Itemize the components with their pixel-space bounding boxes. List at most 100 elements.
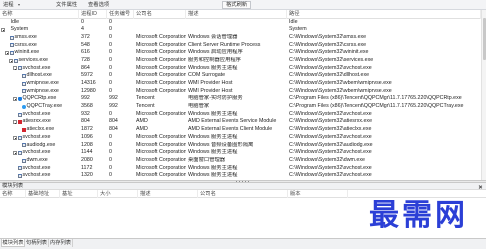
module-column-header-base-address[interactable]: 基础地址 <box>26 190 60 198</box>
tree-collapse-icon[interactable] <box>13 135 17 140</box>
company-name: Microsoft Corporation <box>136 164 186 171</box>
process-id: 1144 <box>81 149 93 156</box>
process-id: 4 <box>81 26 84 33</box>
process-row[interactable]: Idle 0 0 Idle <box>0 19 481 27</box>
process-row[interactable]: smss.exe 372 0 Microsoft Corporation Windows… <box>0 34 481 42</box>
process-row[interactable]: QQPCRtp.exe 992 992 Tencent 电脑管家-实时防护服务 C:\Pr… <box>0 95 481 103</box>
process-row[interactable]: svchost.exe 932 0 Microsoft Corporation Wind… <box>0 111 481 119</box>
column-header-name[interactable]: 名称 <box>0 10 79 19</box>
process-name-cell: services.exe <box>0 57 79 65</box>
company-name: Microsoft Corporation <box>136 41 186 48</box>
task-id: 0 <box>109 33 112 40</box>
description: WMI Provider Host <box>188 80 233 86</box>
file-path: C:\Windows\System32\atiesrxx.exe <box>289 118 373 125</box>
task-id: 0 <box>109 141 112 148</box>
column-header-company[interactable]: 公司名 <box>134 10 186 19</box>
exe-icon <box>21 89 26 94</box>
column-header-pid[interactable]: 进程ID <box>79 10 107 19</box>
process-row[interactable]: services.exe 728 0 Microsoft Corporation 服务和… <box>0 57 481 65</box>
module-column-header-version[interactable]: 版本 <box>288 190 348 198</box>
description: 服务和控制器应用程序 <box>188 56 241 63</box>
module-column-header-size[interactable]: 大小 <box>98 190 138 198</box>
process-row[interactable]: dllhost.exe 5972 0 Microsoft Corporation COM… <box>0 72 481 80</box>
tab-memory[interactable]: 内存列表 <box>49 239 73 247</box>
module-column-header-company[interactable]: 公司名 <box>198 190 288 198</box>
process-row[interactable]: svchost.exe 1096 0 Microsoft Corporation Win… <box>0 134 481 142</box>
process-id: 5972 <box>81 72 93 79</box>
process-row[interactable]: System 4 0 System <box>0 26 481 34</box>
task-id: 0 <box>109 56 112 63</box>
task-id: 0 <box>109 49 112 56</box>
task-id: 0 <box>109 87 112 94</box>
process-name: dllhost.exe <box>26 72 52 79</box>
exe-icon <box>21 158 26 163</box>
process-row[interactable]: atiesrxx.exe 804 804 AMD AMD External Events… <box>0 118 481 126</box>
close-icon[interactable] <box>478 185 482 189</box>
process-row[interactable]: dwm.exe 2080 0 Microsoft Corporation 桌面窗口管理器… <box>0 157 481 165</box>
process-row[interactable]: svchost.exe 1172 0 Microsoft Corporation Win… <box>0 165 481 173</box>
module-pane-title-bar: 模块列表 <box>0 183 486 190</box>
tree-collapse-icon[interactable] <box>13 66 17 71</box>
exe-icon <box>17 150 22 155</box>
tab-handles[interactable]: 句柄列表 <box>25 239 49 247</box>
company-name: Microsoft Corporation <box>136 56 186 63</box>
process-row[interactable]: atieclxx.exe 1872 804 AMD AMD External Event… <box>0 126 481 134</box>
process-row[interactable]: QQPCTray.exe 3568 992 Tencent 电脑管家 C:\Program… <box>0 103 481 111</box>
menu-file-properties[interactable]: 文件属性 <box>56 2 77 8</box>
description: COM Surrogate <box>188 72 226 79</box>
process-row[interactable]: svchost.exe 1320 0 Microsoft Corporation Win… <box>0 172 481 180</box>
company-name: Tencent <box>136 95 155 102</box>
column-header-path[interactable]: 路径 <box>287 10 481 19</box>
exe-icon <box>9 51 14 56</box>
process-name-cell: Idle <box>0 19 79 27</box>
column-header-task-id[interactable]: 任务编号 <box>107 10 134 19</box>
tree-collapse-icon[interactable] <box>9 58 13 63</box>
tree-collapse-icon[interactable] <box>1 27 5 32</box>
process-row[interactable]: wmiprvse.exe 14316 0 Microsoft Corporation W… <box>0 80 481 88</box>
process-row[interactable]: svchost.exe 1144 0 Microsoft Corporation Win… <box>0 149 481 157</box>
process-row[interactable]: svchost.exe 864 0 Microsoft Corporation Wind… <box>0 65 481 73</box>
module-column-header-description[interactable]: 描述 <box>138 190 198 198</box>
tree-collapse-icon[interactable] <box>13 97 17 102</box>
task-id: 0 <box>109 149 112 156</box>
menu-process[interactable]: 进程 <box>3 2 14 8</box>
process-id: 1320 <box>81 172 93 179</box>
column-header-description[interactable]: 描述 <box>186 10 287 19</box>
process-tree-list[interactable]: Idle 0 0 Idle System 4 0 System smss.exe 372 0 Micr… <box>0 18 481 180</box>
process-id: 1872 <box>81 126 93 133</box>
tab-modules[interactable]: 模块列表 <box>1 239 25 247</box>
task-id: 0 <box>109 172 112 179</box>
process-row[interactable]: wmiprvse.exe 12980 0 Microsoft Corporation W… <box>0 88 481 96</box>
file-path: C:\Windows\System32\smss.exe <box>289 33 367 40</box>
scrollbar-thumb[interactable] <box>482 18 486 60</box>
module-column-header-name[interactable]: 名称 <box>0 190 26 198</box>
module-column-header-base[interactable]: 基址 <box>60 190 98 198</box>
task-id: 0 <box>109 26 112 33</box>
description: 电脑管家-实时防护服务 <box>188 95 243 102</box>
process-row[interactable]: csrss.exe 548 0 Microsoft Corporation Client… <box>0 42 481 50</box>
process-name: csrss.exe <box>14 41 37 48</box>
process-row[interactable]: wininit.exe 616 0 Microsoft Corporation Wind… <box>0 49 481 57</box>
process-id: 372 <box>81 33 90 40</box>
module-list[interactable] <box>0 198 486 238</box>
exe-icon <box>13 58 18 63</box>
task-id: 992 <box>109 95 118 102</box>
process-name-cell: atiesrxx.exe <box>0 118 79 126</box>
vertical-scrollbar[interactable] <box>481 10 486 180</box>
process-row[interactable]: audiodg.exe 1208 0 Microsoft Corporation Win… <box>0 142 481 150</box>
description: Windows 音频设备图形隔离 <box>188 141 254 148</box>
tree-collapse-icon[interactable] <box>13 150 17 155</box>
tree-collapse-icon[interactable] <box>13 120 17 125</box>
company-name: Tencent <box>136 103 155 110</box>
tree-collapse-icon[interactable] <box>5 51 9 56</box>
file-path: Idle <box>289 18 298 25</box>
chevron-down-icon[interactable] <box>18 4 20 6</box>
process-name: svchost.exe <box>22 164 51 171</box>
refresh-button[interactable]: 格式刷新 <box>222 1 252 9</box>
file-path: C:\Windows\System32\atieclxx.exe <box>289 126 372 133</box>
task-id: 0 <box>109 133 112 140</box>
company-name: Microsoft Corporation <box>136 87 186 94</box>
menu-view-options[interactable]: 查看选项 <box>88 2 109 8</box>
file-path: C:\Windows\System32\wbem\wmiprvse.exe <box>289 87 392 94</box>
description: AMD External Events Client Module <box>188 126 273 133</box>
